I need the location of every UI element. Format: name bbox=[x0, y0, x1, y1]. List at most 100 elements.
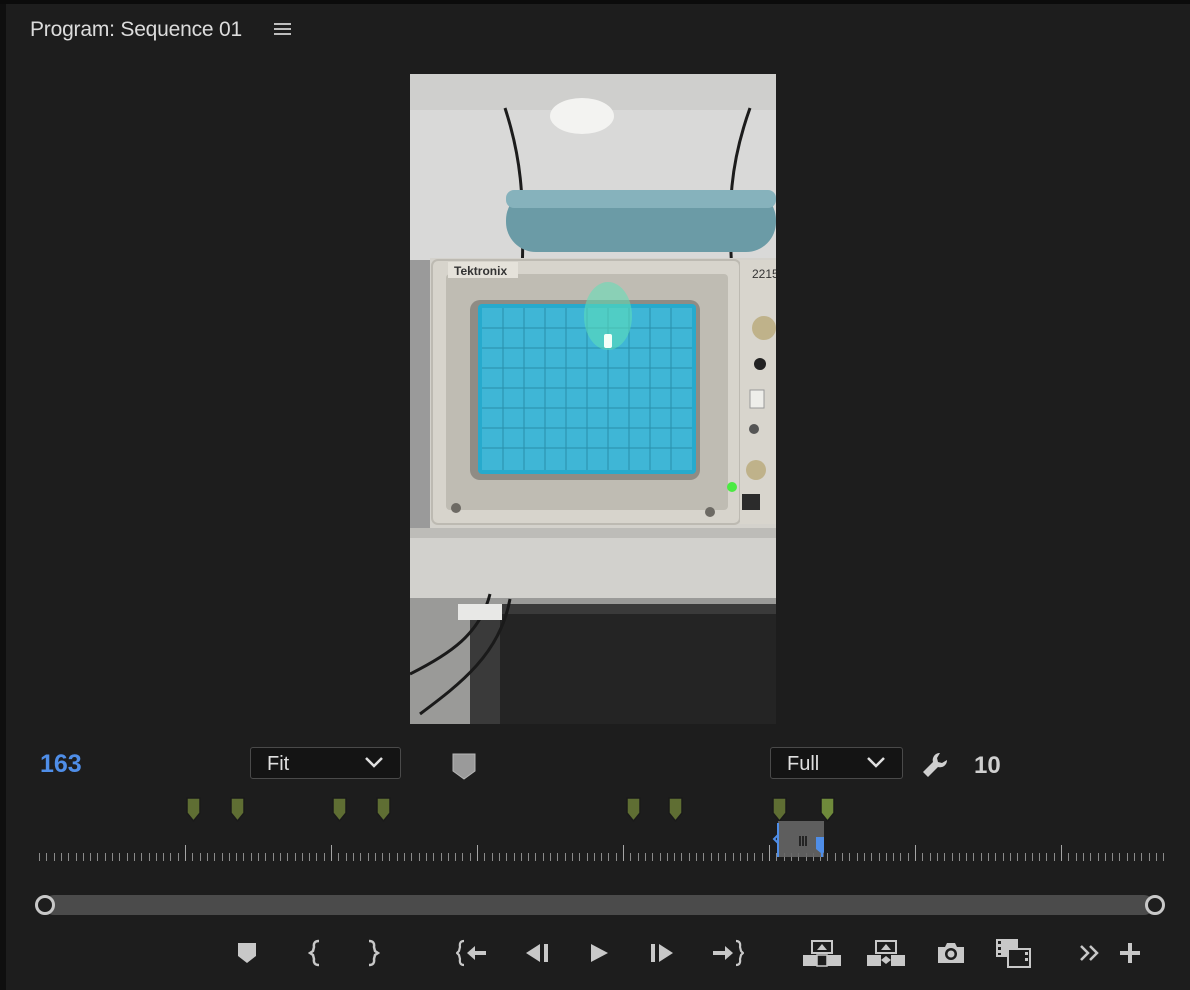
ruler-tick bbox=[170, 853, 172, 861]
ruler-tick bbox=[995, 853, 997, 861]
playhead-timecode[interactable]: 163 bbox=[40, 750, 82, 779]
go-to-in-button[interactable] bbox=[453, 935, 493, 971]
lift-icon bbox=[803, 940, 841, 967]
ruler-tick bbox=[309, 853, 311, 861]
more-controls-button[interactable] bbox=[1070, 935, 1110, 971]
ruler-tick bbox=[593, 853, 595, 861]
ruler-tick bbox=[1031, 853, 1033, 861]
ruler-tick bbox=[418, 853, 420, 861]
step-forward-button[interactable] bbox=[642, 935, 682, 971]
ruler-tick bbox=[1119, 853, 1121, 861]
ruler-tick bbox=[141, 853, 143, 861]
ruler-tick bbox=[1039, 853, 1041, 861]
zoom-level-dropdown[interactable]: Fit bbox=[250, 747, 401, 779]
timeline-marker[interactable] bbox=[626, 797, 641, 822]
ruler-tick bbox=[623, 845, 624, 861]
time-ruler[interactable] bbox=[34, 835, 1165, 865]
ruler-tick bbox=[571, 853, 573, 861]
ruler-tick bbox=[915, 845, 916, 861]
ruler-tick bbox=[1061, 845, 1062, 861]
ruler-tick bbox=[1163, 853, 1165, 861]
ruler-tick bbox=[258, 853, 259, 861]
mark-in-icon bbox=[308, 939, 320, 967]
ruler-tick bbox=[761, 853, 763, 861]
ruler-tick bbox=[966, 853, 968, 861]
timeline-marker[interactable] bbox=[230, 797, 245, 822]
ruler-tick bbox=[265, 853, 267, 861]
ruler-tick bbox=[112, 853, 113, 861]
timeline-marker[interactable] bbox=[668, 797, 683, 822]
ruler-tick bbox=[214, 853, 216, 861]
ruler-tick bbox=[462, 853, 464, 861]
ruler-tick bbox=[725, 853, 727, 861]
add-marker-icon[interactable] bbox=[450, 751, 478, 781]
ruler-tick bbox=[608, 853, 610, 861]
timeline-marker[interactable] bbox=[332, 797, 347, 822]
ruler-tick bbox=[148, 853, 150, 861]
export-frame-button[interactable] bbox=[931, 935, 971, 971]
ruler-tick bbox=[674, 853, 676, 861]
ruler-tick bbox=[484, 853, 486, 861]
ruler-tick bbox=[236, 853, 238, 861]
comparison-view-icon bbox=[996, 939, 1031, 968]
add-marker-button[interactable] bbox=[227, 935, 267, 971]
ruler-tick bbox=[411, 853, 413, 861]
ruler-tick bbox=[703, 853, 705, 861]
timeline-zoom-scrollbar[interactable] bbox=[44, 895, 1154, 915]
ruler-tick bbox=[834, 853, 836, 861]
ruler-tick bbox=[907, 853, 909, 861]
ruler-tick bbox=[82, 853, 84, 861]
scrollbar-right-handle[interactable] bbox=[1145, 895, 1165, 915]
ruler-tick bbox=[126, 853, 128, 861]
ruler-tick bbox=[900, 853, 902, 861]
ruler-tick bbox=[1017, 853, 1019, 861]
ruler-tick bbox=[506, 853, 508, 861]
timeline-marker[interactable] bbox=[376, 797, 391, 822]
ruler-tick bbox=[542, 853, 544, 861]
ruler-tick bbox=[958, 853, 960, 861]
mark-out-button[interactable] bbox=[353, 935, 393, 971]
ruler-tick bbox=[842, 853, 843, 861]
ruler-tick bbox=[491, 853, 493, 861]
ruler-tick bbox=[1046, 853, 1048, 861]
step-back-button[interactable] bbox=[517, 935, 557, 971]
ruler-tick bbox=[243, 853, 245, 861]
timeline-marker[interactable] bbox=[186, 797, 201, 822]
ruler-tick bbox=[769, 845, 770, 861]
scrollbar-left-handle[interactable] bbox=[35, 895, 55, 915]
ruler-tick bbox=[455, 853, 457, 861]
mark-out-icon bbox=[368, 939, 380, 967]
ruler-tick bbox=[936, 853, 938, 861]
go-to-out-icon bbox=[713, 939, 744, 967]
hamburger-menu-icon[interactable] bbox=[274, 21, 292, 37]
svg-text:2215: 2215 bbox=[752, 267, 776, 281]
ruler-tick bbox=[68, 853, 70, 861]
ruler-tick bbox=[1155, 853, 1157, 861]
wrench-settings-icon[interactable] bbox=[920, 750, 950, 780]
go-to-out-button[interactable] bbox=[707, 935, 747, 971]
button-editor-button[interactable] bbox=[1110, 935, 1150, 971]
in-out-range-handle[interactable] bbox=[772, 819, 824, 857]
ruler-tick bbox=[477, 845, 478, 861]
ruler-tick bbox=[367, 853, 369, 861]
ruler-tick bbox=[155, 853, 157, 861]
go-to-in-icon bbox=[456, 939, 486, 967]
extract-icon bbox=[867, 940, 905, 966]
ruler-tick bbox=[710, 853, 712, 861]
ruler-tick bbox=[520, 853, 522, 861]
ruler-tick bbox=[250, 853, 252, 861]
ruler-tick bbox=[1002, 853, 1004, 861]
playback-resolution-dropdown[interactable]: Full bbox=[770, 747, 903, 779]
ruler-tick bbox=[1141, 853, 1143, 861]
ruler-tick bbox=[469, 853, 471, 861]
lift-button[interactable] bbox=[802, 935, 842, 971]
comparison-view-button[interactable] bbox=[994, 935, 1034, 971]
extract-button[interactable] bbox=[866, 935, 906, 971]
panel-title: Program: Sequence 01 bbox=[30, 18, 242, 41]
quality-value: 10 bbox=[974, 752, 1001, 779]
mark-in-button[interactable] bbox=[295, 935, 335, 971]
play-button[interactable] bbox=[579, 935, 619, 971]
ruler-tick bbox=[396, 853, 398, 861]
step-back-icon bbox=[526, 944, 548, 962]
ruler-tick bbox=[177, 853, 179, 861]
